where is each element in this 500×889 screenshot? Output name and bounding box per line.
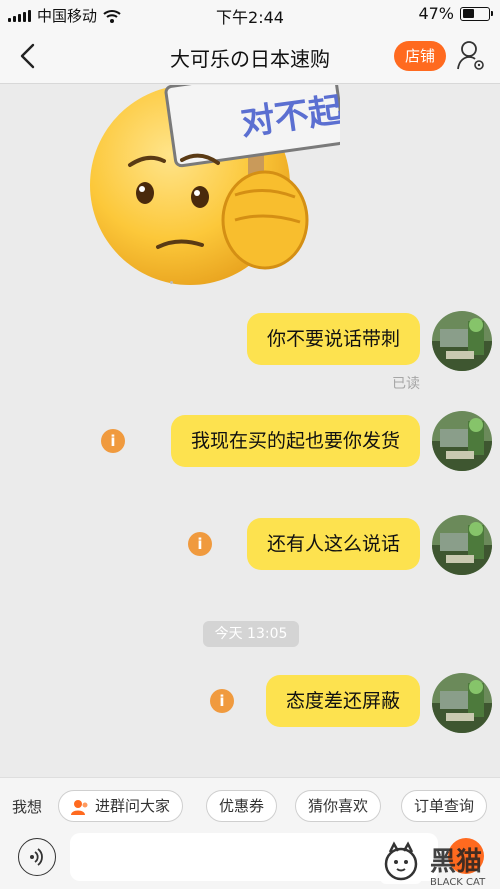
info-icon[interactable]: i — [188, 532, 212, 556]
message-bubble[interactable]: 还有人这么说话 — [246, 518, 420, 570]
chip-coupons[interactable]: 优惠券 — [206, 790, 278, 822]
message-bubble[interactable]: 我现在买的起也要你发货 — [170, 415, 420, 467]
status-bar: 中国移动 下午2:44 47% — [0, 0, 500, 28]
chip-join-group[interactable]: 进群问大家 — [58, 790, 184, 822]
avatar[interactable] — [432, 311, 492, 371]
avatar[interactable] — [432, 515, 492, 575]
divider-dot — [170, 281, 173, 284]
battery-icon — [460, 6, 493, 21]
chip-order-query[interactable]: 订单查询 — [401, 790, 488, 822]
timestamp: 今天 13:05 — [203, 621, 299, 647]
info-icon[interactable]: i — [101, 429, 125, 453]
svg-text:BLACK CAT: BLACK CAT — [430, 877, 486, 888]
user-settings-icon[interactable] — [456, 39, 486, 73]
voice-icon[interactable] — [18, 838, 56, 876]
avatar[interactable] — [432, 673, 492, 733]
shop-button[interactable]: 店铺 — [394, 41, 446, 71]
sticker-emoji-image[interactable]: 对不起 — [90, 85, 340, 305]
quick-label: 我想 — [12, 798, 43, 816]
read-status: 已读 — [392, 376, 420, 392]
group-user-icon — [71, 799, 88, 815]
chat-area[interactable]: 对不起 你不要说话带刺 已读 i 我现在买的起也要你发货 i 还有人这么说话 今… — [0, 85, 500, 777]
svg-text:黑猫: 黑猫 — [430, 847, 482, 877]
quick-action-bar: 我想 进群问大家 优惠券 猜你喜欢 订单查询 — [0, 777, 500, 833]
avatar[interactable] — [432, 411, 492, 471]
nav-bar: 大可乐の日本速购 店铺 — [0, 28, 500, 84]
message-bubble[interactable]: 你不要说话带刺 — [246, 313, 420, 365]
battery-percent: 47% — [418, 4, 454, 23]
info-icon[interactable]: i — [210, 689, 234, 713]
chip-recommendations[interactable]: 猜你喜欢 — [295, 790, 382, 822]
message-bubble[interactable]: 态度差还屏蔽 — [265, 675, 420, 727]
black-cat-watermark-logo: 黑猫 BLACK CAT — [380, 841, 486, 888]
